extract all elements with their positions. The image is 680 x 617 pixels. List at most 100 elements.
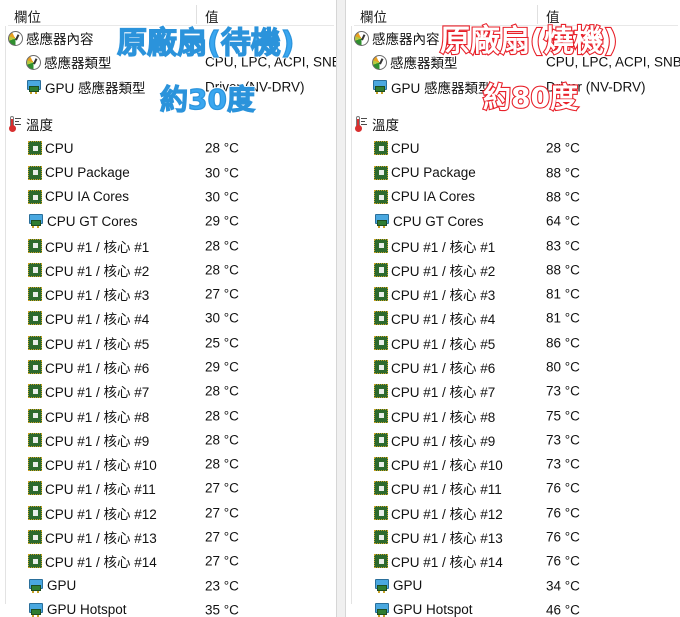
row-label-wrap: GPU: [374, 578, 422, 593]
section-header-temperatures[interactable]: 溫度: [346, 112, 680, 136]
table-row[interactable]: CPU Package 88 °C: [346, 160, 680, 184]
gpu-icon: [372, 79, 388, 94]
cpu-chip-icon: [374, 360, 388, 374]
row-label: CPU #1 / 核心 #5: [45, 336, 150, 352]
row-label-wrap: CPU #1 / 核心 #5: [374, 333, 495, 353]
row-value: 88 °C: [546, 189, 580, 205]
row-label-wrap: CPU #1 / 核心 #6: [28, 357, 149, 377]
table-row[interactable]: CPU #1 / 核心 #12 27 °C: [0, 501, 336, 525]
column-header-field[interactable]: 欄位: [14, 6, 41, 26]
row-label: 感應器類型: [44, 56, 112, 72]
column-header-value[interactable]: 值: [205, 6, 219, 26]
row-label-wrap: CPU #1 / 核心 #2: [374, 260, 495, 280]
row-label: CPU #1 / 核心 #4: [45, 312, 150, 328]
table-row[interactable]: CPU #1 / 核心 #13 76 °C: [346, 525, 680, 549]
section-header-sensor-content[interactable]: 感應器內容: [0, 26, 336, 50]
column-divider[interactable]: [537, 5, 538, 24]
thermometer-icon: [8, 115, 23, 133]
row-label: CPU #1 / 核心 #1: [45, 239, 150, 255]
cpu-chip-icon: [374, 384, 388, 399]
cpu-chip-icon: [28, 189, 42, 204]
sensor-tree-right: 感應器內容感應器類型 CPU, LPC, ACPI, SNB GPU 感應器類型 Dr…: [346, 26, 680, 617]
table-row[interactable]: GPU Hotspot 46 °C: [346, 598, 680, 617]
row-value: 34 °C: [546, 578, 580, 594]
table-row[interactable]: CPU #1 / 核心 #10 73 °C: [346, 452, 680, 476]
table-row[interactable]: GPU 23 °C: [0, 574, 336, 598]
table-row[interactable]: CPU GT Cores 64 °C: [346, 209, 680, 233]
row-value: 46 °C: [546, 602, 580, 617]
table-row[interactable]: CPU Package 30 °C: [0, 160, 336, 184]
sensor-panel-load: 欄位 值 感應器內容 感應器類型 CPU, LPC, ACPI, SNB GPU 感應…: [345, 0, 680, 617]
table-row[interactable]: 感應器類型 CPU, LPC, ACPI, SNB: [346, 50, 680, 74]
table-row[interactable]: CPU #1 / 核心 #11 27 °C: [0, 476, 336, 500]
thermometer-icon: [354, 115, 369, 133]
row-label: CPU Package: [45, 165, 130, 181]
table-row[interactable]: CPU #1 / 核心 #9 28 °C: [0, 428, 336, 452]
section-header-sensor-content[interactable]: 感應器內容: [346, 26, 680, 50]
row-label: CPU #1 / 核心 #3: [45, 288, 150, 304]
row-label-wrap: CPU Package: [374, 165, 476, 180]
row-label: CPU: [45, 140, 74, 156]
row-value: 28 °C: [205, 432, 239, 448]
cpu-chip-icon: [28, 165, 42, 180]
table-row[interactable]: CPU #1 / 核心 #5 25 °C: [0, 331, 336, 355]
table-row[interactable]: GPU 34 °C: [346, 574, 680, 598]
row-label-wrap: CPU #1 / 核心 #13: [374, 527, 503, 547]
row-value: CPU, LPC, ACPI, SNB: [205, 54, 337, 70]
table-row[interactable]: CPU #1 / 核心 #4 81 °C: [346, 306, 680, 330]
table-row[interactable]: CPU #1 / 核心 #1 28 °C: [0, 233, 336, 257]
column-divider[interactable]: [196, 5, 197, 24]
table-row[interactable]: CPU #1 / 核心 #8 28 °C: [0, 403, 336, 427]
table-row[interactable]: CPU #1 / 核心 #10 28 °C: [0, 452, 336, 476]
column-header-field[interactable]: 欄位: [360, 6, 387, 26]
table-row[interactable]: CPU #1 / 核心 #6 29 °C: [0, 355, 336, 379]
cpu-chip-icon: [28, 360, 42, 374]
table-row[interactable]: CPU #1 / 核心 #14 27 °C: [0, 549, 336, 573]
table-row[interactable]: CPU #1 / 核心 #1 83 °C: [346, 233, 680, 257]
table-row[interactable]: CPU 28 °C: [0, 136, 336, 160]
table-row[interactable]: CPU #1 / 核心 #11 76 °C: [346, 476, 680, 500]
row-label: 感應器內容: [372, 32, 440, 48]
row-label-wrap: CPU GT Cores: [374, 214, 484, 229]
section-header-temperatures[interactable]: 溫度: [0, 112, 336, 136]
table-row[interactable]: CPU #1 / 核心 #2 28 °C: [0, 258, 336, 282]
table-row[interactable]: CPU GT Cores 29 °C: [0, 209, 336, 233]
table-row[interactable]: CPU #1 / 核心 #5 86 °C: [346, 331, 680, 355]
row-label: GPU Hotspot: [47, 602, 127, 617]
row-label-wrap: CPU Package: [28, 165, 130, 180]
table-row[interactable]: CPU #1 / 核心 #12 76 °C: [346, 501, 680, 525]
row-value: 30 °C: [205, 165, 239, 181]
row-value: 83 °C: [546, 238, 580, 254]
table-row[interactable]: CPU #1 / 核心 #3 81 °C: [346, 282, 680, 306]
gpu-icon: [374, 214, 390, 229]
table-row[interactable]: GPU 感應器類型 Driver (NV-DRV): [346, 75, 680, 99]
table-row[interactable]: CPU #1 / 核心 #2 88 °C: [346, 258, 680, 282]
table-row[interactable]: CPU #1 / 核心 #8 75 °C: [346, 403, 680, 427]
table-row[interactable]: CPU #1 / 核心 #4 30 °C: [0, 306, 336, 330]
row-value: 28 °C: [205, 383, 239, 399]
table-row[interactable]: CPU #1 / 核心 #14 76 °C: [346, 549, 680, 573]
row-label: CPU #1 / 核心 #8: [45, 409, 150, 425]
table-row[interactable]: GPU Hotspot 35 °C: [0, 598, 336, 617]
row-value: 28 °C: [205, 456, 239, 472]
row-label-wrap: GPU: [28, 578, 76, 593]
table-row[interactable]: GPU 感應器類型 Driver (NV-DRV): [0, 75, 336, 99]
row-value: 81 °C: [546, 286, 580, 302]
row-label: CPU #1 / 核心 #9: [391, 433, 496, 449]
table-row[interactable]: CPU #1 / 核心 #13 27 °C: [0, 525, 336, 549]
cpu-chip-icon: [28, 408, 42, 423]
table-row[interactable]: CPU #1 / 核心 #7 73 °C: [346, 379, 680, 403]
cpu-chip-icon: [374, 481, 388, 496]
table-row[interactable]: CPU IA Cores 88 °C: [346, 185, 680, 209]
column-header-value[interactable]: 值: [546, 6, 560, 26]
table-row[interactable]: CPU 28 °C: [346, 136, 680, 160]
row-label-wrap: CPU #1 / 核心 #10: [374, 454, 503, 474]
table-row[interactable]: CPU #1 / 核心 #3 27 °C: [0, 282, 336, 306]
sensor-tree-left: 感應器內容感應器類型 CPU, LPC, ACPI, SNB GPU 感應器類型 Dr…: [0, 26, 336, 617]
table-row[interactable]: CPU IA Cores 30 °C: [0, 185, 336, 209]
table-row[interactable]: CPU #1 / 核心 #9 73 °C: [346, 428, 680, 452]
row-label-wrap: CPU #1 / 核心 #4: [374, 308, 495, 328]
table-row[interactable]: 感應器類型 CPU, LPC, ACPI, SNB: [0, 50, 336, 74]
table-row[interactable]: CPU #1 / 核心 #7 28 °C: [0, 379, 336, 403]
table-row[interactable]: CPU #1 / 核心 #6 80 °C: [346, 355, 680, 379]
